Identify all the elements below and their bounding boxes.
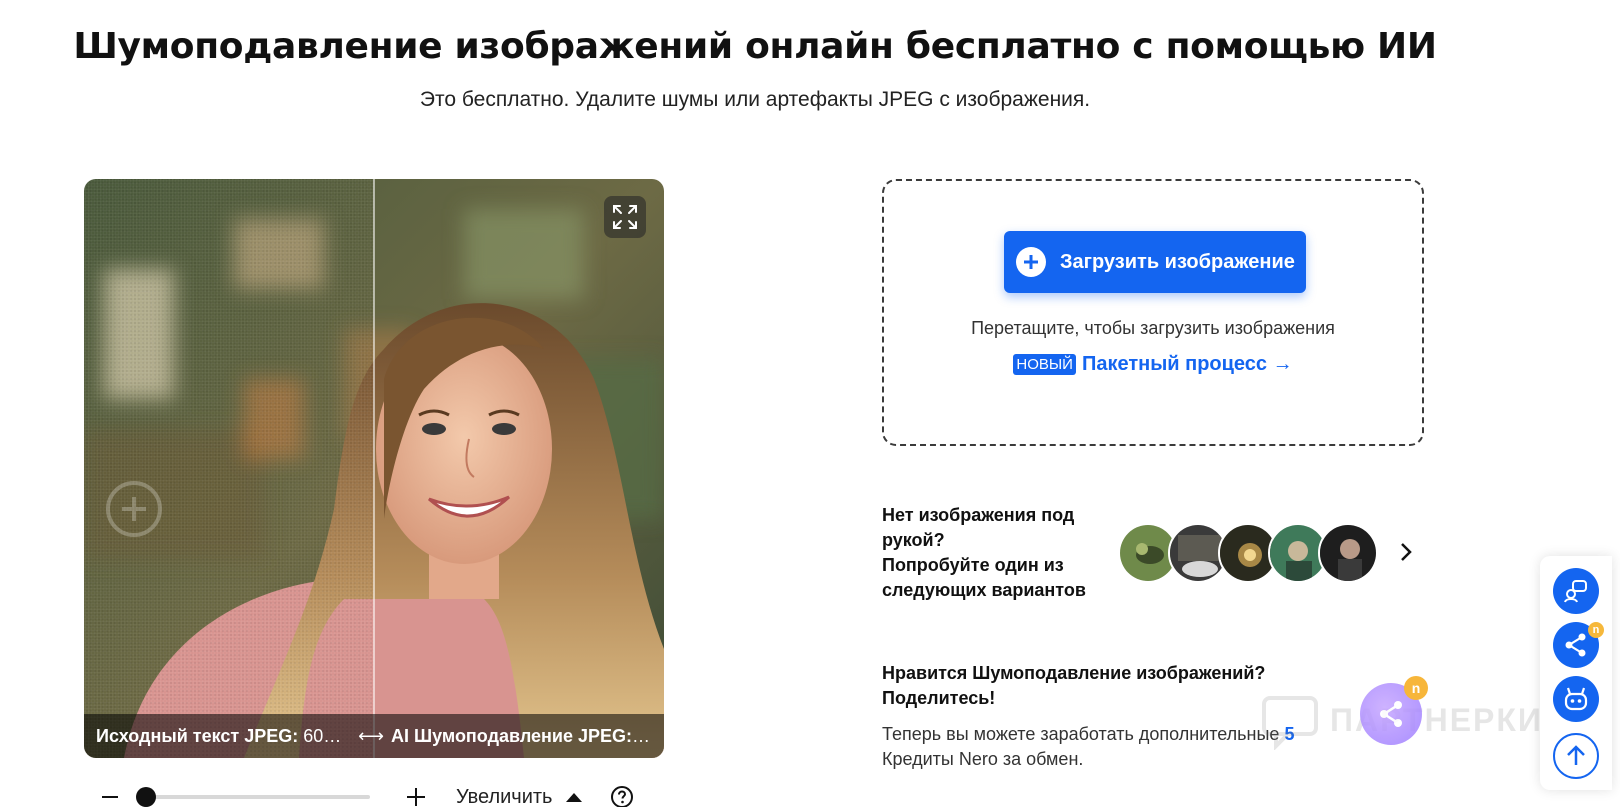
page-subtitle: Это бесплатно. Удалите шумы или артефакт… bbox=[419, 88, 1091, 111]
coin-icon: n bbox=[1404, 676, 1428, 700]
feedback-icon bbox=[1564, 580, 1587, 603]
arrow-up-icon bbox=[1567, 745, 1585, 765]
plus-circle-icon bbox=[1016, 247, 1046, 277]
share-icon bbox=[1380, 701, 1402, 727]
minus-icon bbox=[102, 796, 118, 798]
help-icon[interactable] bbox=[610, 785, 634, 807]
share-icon bbox=[1565, 633, 1586, 657]
feedback-button[interactable] bbox=[1553, 568, 1599, 614]
watermark-logo-icon bbox=[1262, 696, 1318, 750]
zoom-label[interactable]: Увеличить bbox=[456, 786, 552, 807]
zoom-slider[interactable] bbox=[136, 787, 370, 807]
ai-assistant-button[interactable] bbox=[1553, 676, 1599, 722]
zoom-bar: Увеличить bbox=[96, 782, 676, 807]
zoom-in-button[interactable] bbox=[402, 783, 430, 807]
expand-arrows-icon bbox=[613, 205, 637, 229]
new-badge: НОВЫЙ bbox=[1013, 354, 1076, 375]
compare-caption: Исходный текст JPEG: 600 × 600 ⟷ AI Шумо… bbox=[84, 714, 664, 758]
page-title: Шумоподавление изображений онлайн беспла… bbox=[73, 26, 1437, 67]
zoom-out-button[interactable] bbox=[96, 783, 124, 807]
noise-overlay bbox=[84, 179, 374, 758]
fullscreen-button[interactable] bbox=[604, 196, 646, 238]
batch-row: НОВЫЙ Пакетный процесс → bbox=[884, 353, 1422, 376]
scroll-to-top-button[interactable] bbox=[1553, 733, 1599, 779]
sample-thumb-5[interactable] bbox=[1318, 523, 1378, 583]
compare-split-handle[interactable] bbox=[373, 179, 375, 758]
batch-process-link[interactable]: Пакетный процесс → bbox=[1082, 353, 1293, 376]
caret-up-icon[interactable] bbox=[566, 792, 583, 802]
robot-icon bbox=[1564, 687, 1588, 711]
caption-denoised: AI Шумоподавление JPEG: 600 × 600 bbox=[391, 725, 651, 746]
samples-prompt: Нет изображения под рукой? Попробуйте од… bbox=[882, 505, 1086, 600]
swap-arrows-icon: ⟷ bbox=[358, 725, 384, 746]
ghost-play-icon bbox=[106, 481, 162, 537]
compare-viewer[interactable]: Исходный текст JPEG: 600 × 600 ⟷ AI Шумо… bbox=[84, 179, 664, 758]
sample-thumbnails bbox=[1118, 523, 1378, 583]
chevron-right-icon[interactable] bbox=[1394, 540, 1418, 564]
share-title: Нравится Шумоподавление изображений? Под… bbox=[882, 663, 1266, 708]
share-text: Теперь вы можете заработать дополнительн… bbox=[882, 724, 1295, 769]
floating-panel: n bbox=[1540, 556, 1612, 790]
coin-badge: n bbox=[1588, 622, 1604, 638]
upload-image-button[interactable]: Загрузить изображение bbox=[1004, 231, 1306, 293]
caption-original: Исходный текст JPEG: 600 × 600 bbox=[96, 725, 351, 746]
plus-icon bbox=[407, 788, 425, 806]
drag-hint: Перетащите, чтобы загрузить изображения bbox=[971, 318, 1335, 338]
zoom-slider-knob[interactable] bbox=[136, 787, 156, 807]
upload-button-label: Загрузить изображение bbox=[1060, 250, 1295, 273]
upload-dropzone[interactable]: Загрузить изображение Перетащите, чтобы … bbox=[882, 179, 1424, 446]
